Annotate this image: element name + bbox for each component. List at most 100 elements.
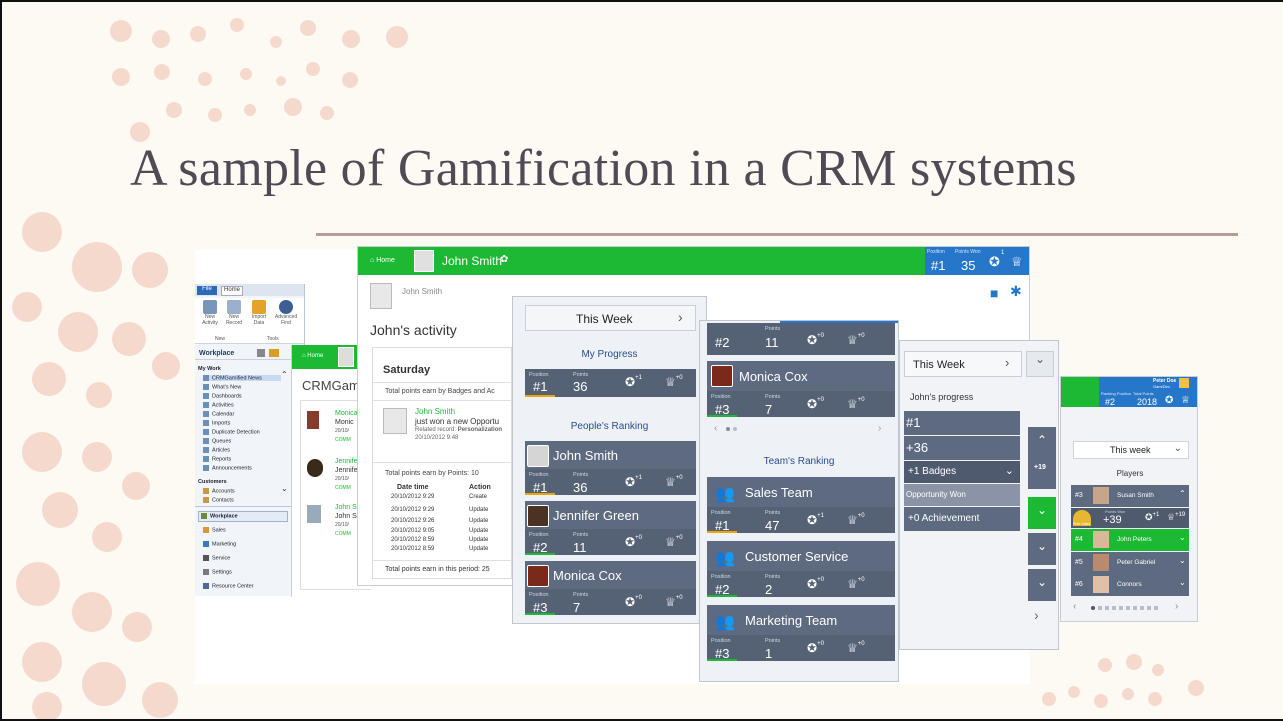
- chevron-right-icon[interactable]: ›: [1034, 607, 1039, 623]
- player-row[interactable]: #3 Susan Smith ⌃: [1071, 485, 1189, 507]
- progress-row: Opportunity Won: [904, 484, 1020, 506]
- chevron-right-icon[interactable]: ›: [878, 423, 881, 434]
- chevron-down-icon[interactable]: ⌄: [1028, 497, 1056, 529]
- trophy-icon: ♕+0: [665, 595, 683, 609]
- import-data-icon: [252, 300, 266, 314]
- area-settings[interactable]: Settings: [203, 569, 232, 575]
- activity-user-link[interactable]: John Smith: [415, 407, 455, 416]
- pager-dot[interactable]: [733, 427, 737, 431]
- nav-item[interactable]: Dashboards: [203, 393, 242, 399]
- ranking-card[interactable]: John Smith Position #1 Points 36 ✪+1 ♕+0: [525, 441, 696, 495]
- chevron-left-icon[interactable]: ‹: [1073, 601, 1076, 612]
- import-data-button[interactable]: Import Data: [248, 300, 270, 326]
- area-marketing[interactable]: Marketing: [203, 541, 236, 547]
- nav-item[interactable]: Queues: [203, 438, 231, 444]
- ranking-card[interactable]: Monica Cox Position #3 Points 7 ✪+0 ♕+0: [707, 361, 895, 417]
- advanced-find-button[interactable]: Advanced Find: [273, 300, 299, 326]
- avatar: [414, 250, 434, 272]
- nav-item[interactable]: CRMGamified News: [203, 375, 281, 382]
- progress-row: #1: [904, 411, 1020, 435]
- home-icon[interactable]: [257, 349, 265, 357]
- user-name[interactable]: John Smith: [442, 254, 502, 268]
- period-selector[interactable]: This Week ›: [904, 351, 1022, 377]
- nav-item[interactable]: Imports: [203, 420, 230, 426]
- customers-header[interactable]: Customers: [198, 479, 227, 485]
- nav-item[interactable]: Articles: [203, 447, 230, 453]
- chevron-down-icon[interactable]: ⌄: [1026, 351, 1054, 377]
- area-sales[interactable]: Sales: [203, 527, 226, 533]
- area-service[interactable]: Service: [203, 555, 230, 561]
- player-row[interactable]: #4 John Peters ⌄: [1071, 529, 1189, 551]
- ranking-card[interactable]: Monica Cox Position #3 Points 7 ✪+0 ♕+0: [525, 561, 696, 615]
- badge-count: 1: [1001, 250, 1005, 256]
- nav-item[interactable]: Calendar: [203, 411, 234, 417]
- nav-item[interactable]: Announcements: [203, 465, 252, 471]
- nav-item[interactable]: Accounts: [203, 488, 235, 494]
- chat-icon[interactable]: ■: [990, 285, 998, 301]
- pager-dot[interactable]: [1091, 606, 1095, 610]
- badge-icon: ✪+0: [625, 535, 642, 549]
- area-resource-center[interactable]: Resource Center: [203, 583, 254, 589]
- avatar: [527, 565, 549, 587]
- period-selector[interactable]: This week ⌄: [1073, 441, 1189, 459]
- team-card[interactable]: 👥 Sales Team Position #1 Points 47 ✪+1 ♕…: [707, 477, 895, 533]
- pager-dots[interactable]: [1098, 606, 1158, 610]
- feed-comment-link[interactable]: COMM: [335, 437, 351, 443]
- bug-icon[interactable]: ✱: [1010, 283, 1022, 300]
- team-panel: #2 Points 11 ✪+0 ♕+0 Monica Cox Position…: [699, 320, 899, 682]
- ribbon-tab-home[interactable]: Home: [221, 286, 243, 296]
- breadcrumb-user[interactable]: John Smith: [402, 287, 442, 296]
- nav-item[interactable]: What's New: [203, 384, 241, 390]
- area-workplace[interactable]: Workplace: [198, 511, 288, 522]
- player-row[interactable]: #6 Connors ⌄: [1071, 574, 1189, 596]
- feed-name[interactable]: John S: [335, 504, 357, 511]
- badge-icon: ✪: [989, 254, 1000, 269]
- activity-header: ⌂ Home John Smith ✿: [358, 247, 925, 275]
- chevron-up-icon[interactable]: ⌃: [1028, 427, 1056, 489]
- chevron-down-icon[interactable]: ⌄: [1028, 533, 1056, 565]
- chevron-up-icon[interactable]: ⌃: [281, 370, 288, 379]
- player-row[interactable]: #5 Peter Gabriel ⌄: [1071, 552, 1189, 574]
- home-link[interactable]: ⌂ Home: [302, 353, 323, 359]
- feed-date: 20/10/: [335, 476, 349, 482]
- feed-date: 20/10/: [335, 428, 349, 434]
- feed-comment-link[interactable]: COMM: [335, 531, 351, 537]
- ribbon-tab-file[interactable]: File: [197, 286, 217, 295]
- progress-row[interactable]: +1 Badges ⌄: [904, 461, 1020, 483]
- ranking-card[interactable]: #2 Points 11 ✪+0 ♕+0: [707, 323, 895, 355]
- nav-item[interactable]: Contacts: [203, 497, 234, 503]
- folder-icon[interactable]: [269, 349, 279, 357]
- gear-icon[interactable]: ✿: [500, 254, 508, 265]
- area-list: Workplace Sales Marketing Service Settin…: [195, 506, 291, 596]
- chevron-down-icon[interactable]: ⌄: [1028, 569, 1056, 601]
- home-link[interactable]: ⌂ Home: [370, 257, 395, 264]
- chevron-left-icon[interactable]: ‹: [714, 423, 717, 434]
- avatar: [1093, 531, 1109, 548]
- new-activity-button[interactable]: New Activity: [199, 300, 221, 326]
- slide-title: A sample of Gamification in a CRM system…: [130, 140, 1077, 197]
- players-panel: Peter Doe Gam/Dev Ranking Position #2 To…: [1060, 376, 1198, 622]
- feed-name[interactable]: Monica: [335, 410, 358, 417]
- feed-date: 20/10/: [335, 522, 349, 528]
- table-row: 20/10/2012 8:59 Update: [391, 546, 489, 552]
- my-work-header[interactable]: My Work: [198, 366, 221, 372]
- advanced-find-icon: [279, 300, 293, 314]
- pager-dot[interactable]: [726, 427, 730, 431]
- chevron-right-icon[interactable]: ›: [1175, 601, 1178, 612]
- table-row: 20/10/2012 8:59 Update: [391, 537, 489, 543]
- period-selector[interactable]: This Week ›: [525, 305, 696, 331]
- new-record-button[interactable]: New Record: [223, 300, 245, 326]
- section-label: People's Ranking: [570, 421, 649, 432]
- chevron-right-icon[interactable]: ›: [678, 309, 683, 325]
- nav-item[interactable]: Activities: [203, 402, 234, 408]
- team-card[interactable]: 👥 Marketing Team Position #3 Points 1 ✪+…: [707, 605, 895, 661]
- feed-comment-link[interactable]: COMM: [335, 485, 351, 491]
- badge-icon: ✪+0: [807, 577, 824, 591]
- nav-item[interactable]: Duplicate Detection: [203, 429, 260, 435]
- johns-progress-panel: This Week › ⌄ John's progress #1 +36 +1 …: [899, 340, 1059, 650]
- chevron-right-icon[interactable]: ›: [1005, 355, 1009, 370]
- chevron-down-icon[interactable]: ⌄: [281, 484, 288, 493]
- ranking-card[interactable]: Jennifer Green Position #2 Points 11 ✪+0…: [525, 501, 696, 555]
- nav-item[interactable]: Reports: [203, 456, 231, 462]
- team-card[interactable]: 👥 Customer Service Position #2 Points 2 …: [707, 541, 895, 597]
